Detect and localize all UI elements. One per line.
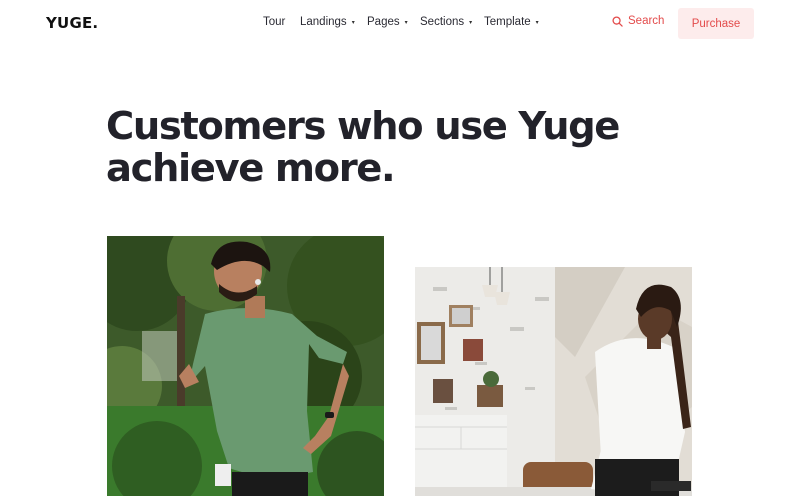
customer-photo-desk: [415, 267, 692, 496]
hero-headline-line-2: achieve more.: [106, 146, 396, 191]
nav-item-label: Template: [484, 16, 531, 28]
chevron-down-icon: ▾: [404, 19, 408, 26]
nav-item-label: Pages: [367, 16, 400, 28]
nav-item-landings[interactable]: Landings ▾: [300, 16, 355, 28]
nav-item-label: Landings: [300, 16, 347, 28]
search-label: Search: [628, 15, 665, 27]
chevron-down-icon: ▾: [351, 19, 355, 26]
chevron-down-icon: ▾: [535, 19, 539, 26]
purchase-button[interactable]: Purchase: [678, 8, 754, 39]
hero-headline-line-1: Customers who use Yuge: [106, 104, 620, 149]
search-link[interactable]: Search: [612, 15, 664, 27]
customer-photo-runner: [107, 236, 384, 496]
nav-item-label: Tour: [263, 16, 286, 28]
nav-item-tour[interactable]: Tour: [263, 16, 285, 28]
hero-headline: Customers who use Yuge achieve more.: [106, 106, 726, 190]
chevron-down-icon: ▾: [469, 19, 473, 26]
search-icon: [612, 15, 623, 27]
nav-item-pages[interactable]: Pages ▾: [367, 16, 408, 28]
nav-item-sections[interactable]: Sections ▾: [420, 16, 472, 28]
nav-item-template[interactable]: Template ▾: [484, 16, 539, 28]
top-navigation: YUGE. Tour Landings ▾ Pages ▾ Sections ▾…: [0, 0, 800, 46]
nav-item-label: Sections: [420, 16, 465, 28]
brand-logo[interactable]: YUGE.: [46, 14, 98, 32]
